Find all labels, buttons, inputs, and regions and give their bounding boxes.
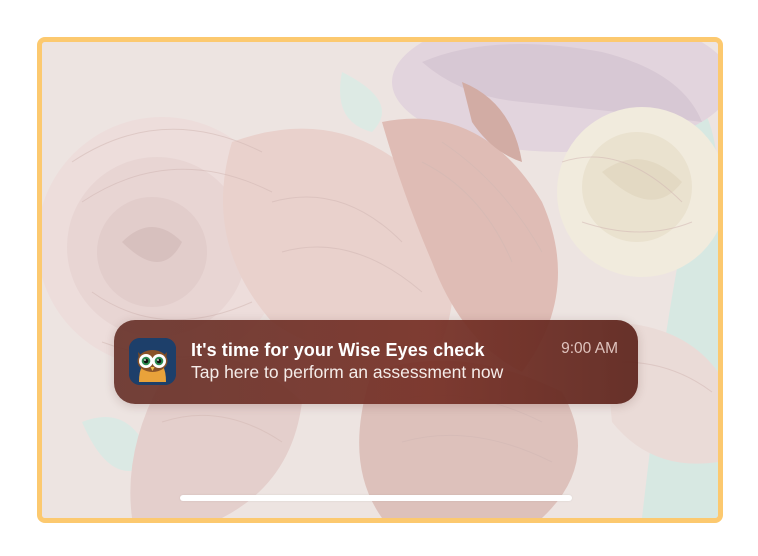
device-screen: It's time for your Wise Eyes check Tap h… — [37, 37, 723, 523]
notification-title: It's time for your Wise Eyes check — [191, 340, 485, 360]
owl-app-icon — [129, 338, 176, 385]
notification-time: 9:00 AM — [561, 340, 618, 357]
notification-banner[interactable]: It's time for your Wise Eyes check Tap h… — [114, 320, 638, 404]
rose-pattern-wallpaper — [42, 42, 718, 518]
notification-body: Tap here to perform an assessment now — [191, 362, 504, 382]
home-indicator[interactable] — [180, 495, 572, 501]
